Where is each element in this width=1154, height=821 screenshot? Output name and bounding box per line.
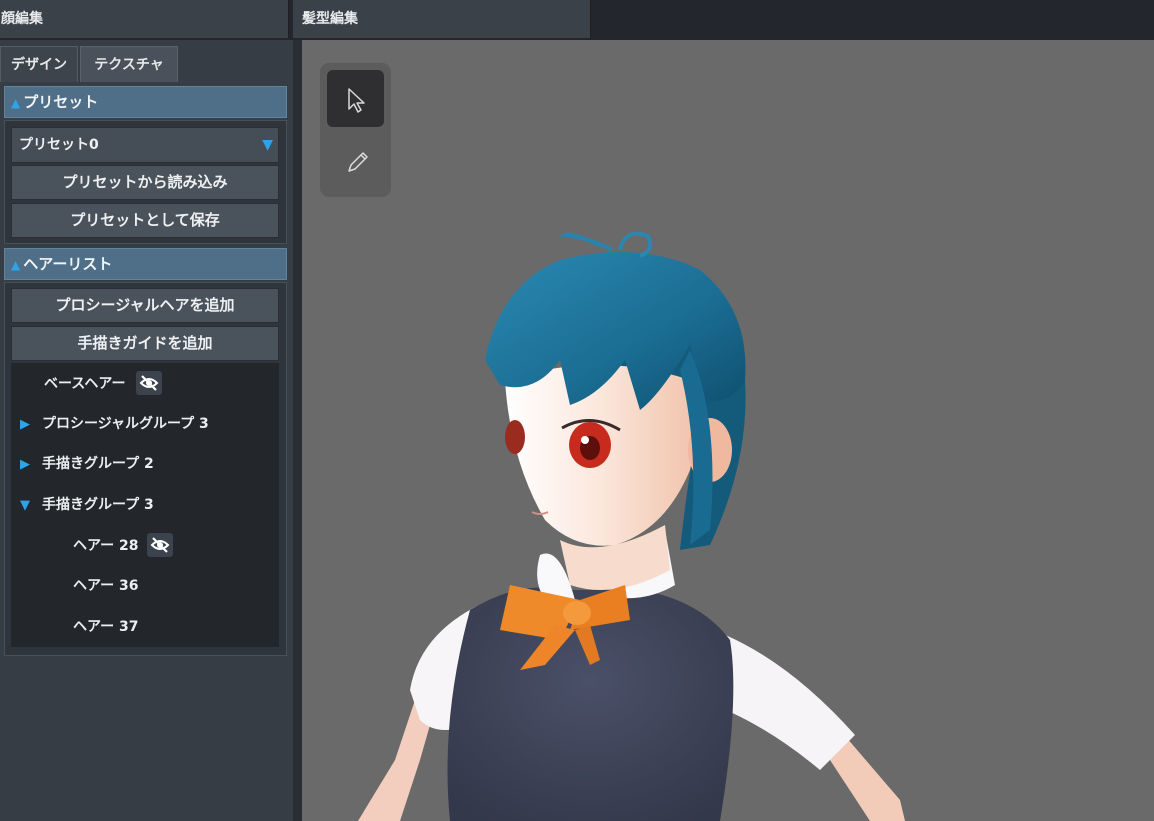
eye-hidden-icon[interactable] — [136, 371, 163, 395]
list-item-hair-37[interactable]: ヘアー 37 — [73, 612, 139, 642]
preset-select[interactable]: プリセット0 ▼ — [11, 127, 279, 163]
list-item-label: 手描きグループ 3 — [42, 497, 154, 513]
tab-design[interactable]: デザイン — [0, 46, 78, 82]
3d-viewport[interactable] — [302, 40, 1154, 821]
tab-texture[interactable]: テクスチャ — [80, 46, 178, 82]
list-item-base-hair[interactable]: ベースヘアー — [44, 369, 163, 399]
eye-hidden-icon[interactable] — [147, 533, 174, 557]
save-as-preset-button[interactable]: プリセットとして保存 — [11, 203, 279, 238]
list-item-label: ヘアー 37 — [73, 619, 139, 635]
add-hand-drawn-guide-button[interactable]: 手描きガイドを追加 — [11, 326, 279, 361]
pencil-icon — [348, 152, 368, 172]
list-item-hand-drawn-group-3[interactable]: ▼ 手描きグループ 3 — [20, 490, 154, 520]
add-procedural-hair-button[interactable]: プロシージャルヘアを追加 — [11, 288, 279, 323]
panel-splitter[interactable] — [293, 40, 302, 821]
dropdown-arrow-icon: ▼ — [262, 137, 273, 153]
expand-caret-icon[interactable]: ▶ — [20, 410, 42, 440]
expand-caret-icon[interactable]: ▶ — [20, 450, 42, 480]
hair-list-section-title: ヘアーリスト — [23, 255, 113, 273]
list-item-label: ヘアー 36 — [73, 578, 139, 594]
list-item-label: ヘアー 28 — [73, 538, 139, 554]
pen-tool-button[interactable] — [327, 132, 384, 189]
select-tool-button[interactable] — [327, 70, 384, 127]
preset-section-header[interactable]: ▲ プリセット — [4, 86, 287, 118]
preset-select-value: プリセット0 — [19, 137, 99, 153]
collapse-caret-icon[interactable]: ▼ — [20, 491, 42, 521]
hair-tree-list: ベースヘアー ▶ プロシージャルグループ 3 ▶ 手描きグループ 2 ▼ 手描きグルー… — [11, 363, 279, 647]
list-item-label: 手描きグループ 2 — [42, 456, 154, 472]
list-item-hair-36[interactable]: ヘアー 36 — [73, 571, 139, 601]
list-item-hand-drawn-group-2[interactable]: ▶ 手描きグループ 2 — [20, 449, 154, 479]
tab-face-edit[interactable]: 顔編集 — [0, 0, 289, 38]
cursor-icon — [348, 88, 365, 113]
list-item-label: ベースヘアー — [44, 376, 126, 392]
tab-hair-edit[interactable]: 髪型編集 — [293, 0, 591, 38]
preset-section-title: プリセット — [23, 93, 99, 111]
list-item-procedural-group[interactable]: ▶ プロシージャルグループ 3 — [20, 409, 209, 439]
list-item-hair-28[interactable]: ヘアー 28 — [73, 531, 174, 561]
load-from-preset-button[interactable]: プリセットから読み込み — [11, 165, 279, 200]
collapse-triangle-icon: ▲ — [11, 258, 21, 272]
collapse-triangle-icon: ▲ — [11, 96, 21, 110]
character-model — [358, 231, 905, 821]
top-tab-bar: 顔編集 髪型編集 — [0, 0, 1154, 40]
list-item-label: プロシージャルグループ 3 — [42, 416, 209, 432]
hair-list-section-header[interactable]: ▲ ヘアーリスト — [4, 248, 287, 280]
viewport-toolbox — [320, 63, 391, 197]
